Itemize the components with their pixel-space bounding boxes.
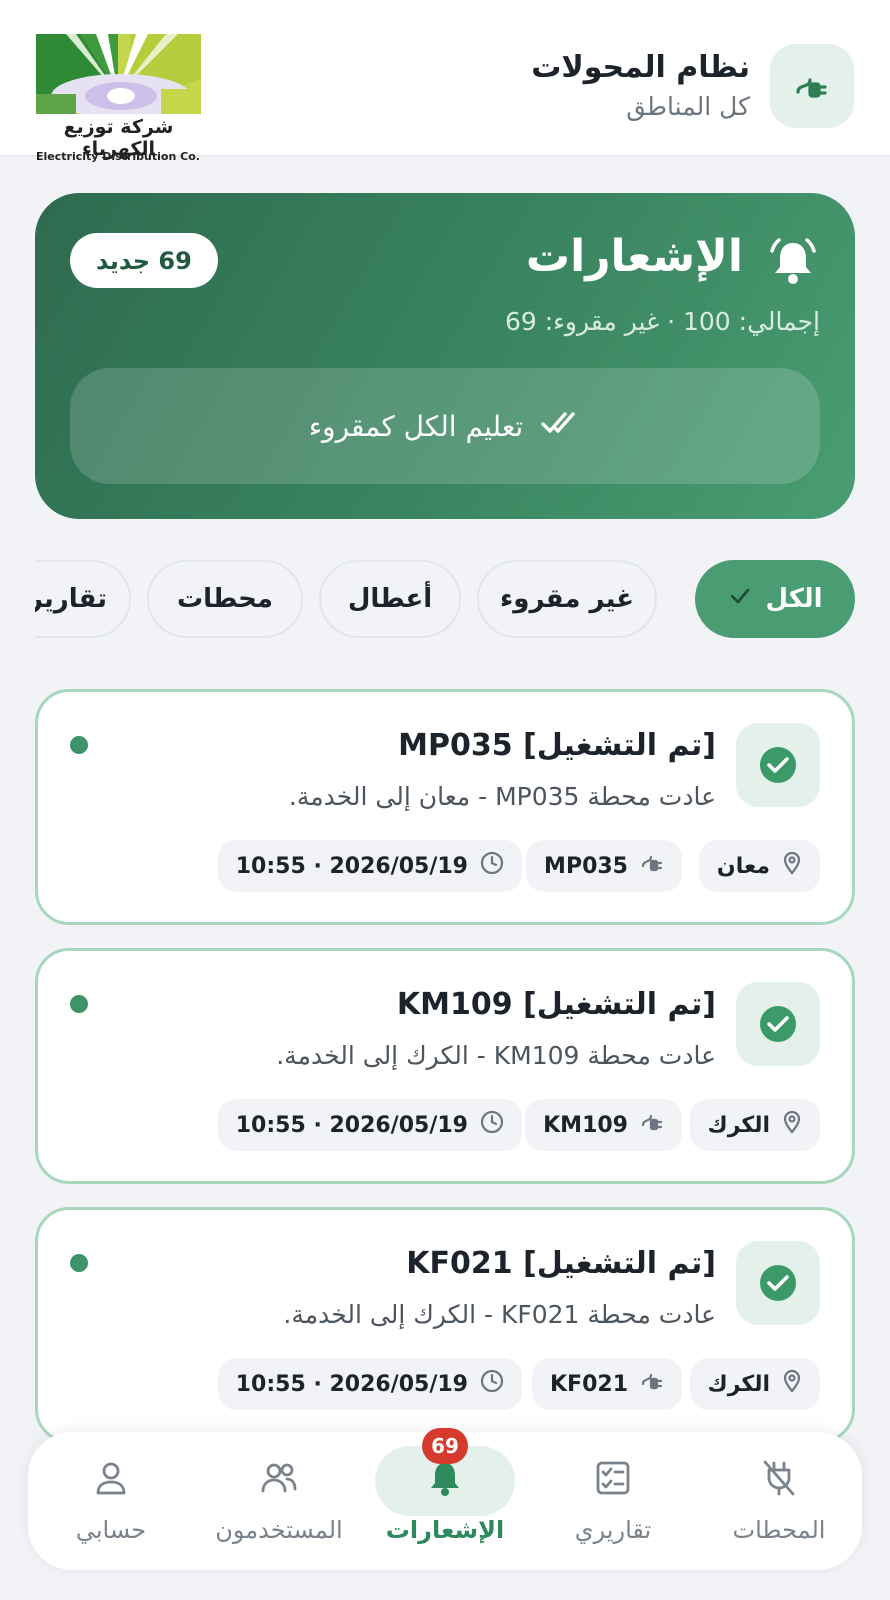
check-circle-icon bbox=[736, 723, 820, 807]
notification-card[interactable]: [تم التشغيل] KM109 عادت محطة KM109 - الك… bbox=[35, 948, 855, 1184]
location-pin-icon bbox=[782, 1369, 802, 1399]
location-tag: الكرك bbox=[689, 1358, 820, 1410]
datetime-tag: 10:55 · 2026/05/19 bbox=[217, 1099, 522, 1151]
notification-title: [تم التشغيل] MP035 bbox=[398, 728, 716, 763]
filter-chip-reports[interactable]: تقارير bbox=[35, 560, 131, 638]
datetime-tag: 10:55 · 2026/05/19 bbox=[217, 840, 522, 892]
station-code: KM109 bbox=[543, 1112, 628, 1138]
location-pin-icon bbox=[782, 851, 802, 881]
user-icon bbox=[91, 1458, 131, 1498]
datetime-text: 10:55 · 2026/05/19 bbox=[235, 1371, 468, 1397]
datetime-tag: 10:55 · 2026/05/19 bbox=[217, 1358, 522, 1410]
chip-label: غير مقروء bbox=[499, 584, 635, 614]
check-circle-icon bbox=[736, 982, 820, 1066]
notification-card[interactable]: [تم التشغيل] MP035 عادت محطة MP035 - معا… bbox=[35, 689, 855, 925]
mark-all-read-label: تعليم الكل كمقروء bbox=[308, 409, 524, 443]
filter-chip-faults[interactable]: أعطال bbox=[319, 560, 461, 638]
nav-label: حسابي bbox=[75, 1516, 147, 1544]
logo-english-text: Electricity Distribution Co. bbox=[36, 150, 200, 163]
app-header: نظام المحولات كل المناطق شركة توزيع الكه… bbox=[0, 0, 890, 163]
check-circle-icon bbox=[736, 1241, 820, 1325]
double-check-icon bbox=[541, 409, 581, 444]
app-title: نظام المحولات bbox=[531, 50, 750, 85]
filter-chip-unread[interactable]: غير مقروء bbox=[477, 560, 657, 638]
clock-icon bbox=[480, 851, 504, 881]
nav-item-my-reports[interactable]: تقاريري bbox=[530, 1432, 696, 1570]
mark-all-read-button[interactable]: تعليم الكل كمقروء bbox=[70, 368, 820, 484]
plug-icon bbox=[640, 1370, 664, 1398]
notifications-summary-card: الإشعارات إجمالي: 100 · غير مقروء: 69 69… bbox=[35, 193, 855, 519]
filter-chips: الكل غير مقروء أعطال محطات تقارير bbox=[35, 558, 855, 640]
report-icon bbox=[593, 1458, 633, 1498]
station-tag: KF021 bbox=[532, 1358, 682, 1410]
station-code: MP035 bbox=[544, 853, 628, 879]
location-pin-icon bbox=[782, 1110, 802, 1140]
station-code: KF021 bbox=[550, 1371, 628, 1397]
datetime-text: 10:55 · 2026/05/19 bbox=[235, 853, 468, 879]
company-logo: شركة توزيع الكهرباء Electricity Distribu… bbox=[36, 34, 201, 164]
notification-card[interactable]: [تم التشغيل] KF021 عادت محطة KF021 - الك… bbox=[35, 1207, 855, 1443]
unread-dot bbox=[70, 736, 88, 754]
nav-item-notifications[interactable]: 69 الإشعارات bbox=[362, 1428, 528, 1570]
station-tag: MP035 bbox=[526, 840, 682, 892]
nav-label: الإشعارات bbox=[385, 1516, 505, 1544]
notification-body: عادت محطة KM109 - الكرك إلى الخدمة. bbox=[276, 1041, 716, 1070]
notification-title: [تم التشغيل] KM109 bbox=[396, 987, 716, 1022]
chip-label: محطات bbox=[176, 584, 274, 614]
datetime-text: 10:55 · 2026/05/19 bbox=[235, 1112, 468, 1138]
location-tag: الكرك bbox=[689, 1099, 820, 1151]
plug-icon bbox=[640, 1111, 664, 1139]
clock-icon bbox=[480, 1369, 504, 1399]
notifications-title: الإشعارات bbox=[525, 231, 743, 282]
unread-dot bbox=[70, 995, 88, 1013]
chip-label: تقارير bbox=[35, 584, 107, 614]
filter-chip-all[interactable]: الكل bbox=[695, 560, 855, 638]
nav-item-my-account[interactable]: حسابي bbox=[28, 1432, 194, 1570]
check-icon bbox=[728, 584, 752, 615]
clock-icon bbox=[480, 1110, 504, 1140]
nav-label: المستخدمون bbox=[215, 1516, 343, 1544]
location-text: معان bbox=[716, 853, 770, 879]
chip-label: أعطال bbox=[347, 584, 433, 614]
nav-item-stations[interactable]: المحطات bbox=[696, 1432, 862, 1570]
bell-icon bbox=[767, 235, 819, 287]
bell-icon bbox=[425, 1458, 465, 1498]
plug-icon bbox=[770, 44, 854, 128]
plug-icon bbox=[640, 852, 664, 880]
filter-chip-stations[interactable]: محطات bbox=[147, 560, 303, 638]
unread-dot bbox=[70, 1254, 88, 1272]
app-subtitle: كل المناطق bbox=[626, 92, 750, 121]
bottom-navigation: المحطات تقاريري 69 الإشعارات المستخدمون … bbox=[28, 1428, 862, 1570]
nav-item-users[interactable]: المستخدمون bbox=[196, 1432, 362, 1570]
location-text: الكرك bbox=[707, 1371, 770, 1397]
station-tag: KM109 bbox=[525, 1099, 682, 1151]
notifications-stats: إجمالي: 100 · غير مقروء: 69 bbox=[504, 307, 820, 336]
plug-off-icon bbox=[759, 1458, 799, 1498]
nav-label: تقاريري bbox=[574, 1516, 652, 1544]
chip-label: الكل bbox=[765, 584, 823, 614]
notification-body: عادت محطة KF021 - الكرك إلى الخدمة. bbox=[283, 1300, 716, 1329]
nav-label: المحطات bbox=[732, 1516, 826, 1544]
new-count-badge: 69 جديد bbox=[70, 233, 218, 288]
location-tag: معان bbox=[698, 840, 820, 892]
notification-title: [تم التشغيل] KF021 bbox=[406, 1246, 716, 1281]
users-icon bbox=[259, 1458, 299, 1498]
notification-body: عادت محطة MP035 - معان إلى الخدمة. bbox=[288, 782, 716, 811]
notification-count-badge: 69 bbox=[422, 1428, 468, 1464]
location-text: الكرك bbox=[707, 1112, 770, 1138]
